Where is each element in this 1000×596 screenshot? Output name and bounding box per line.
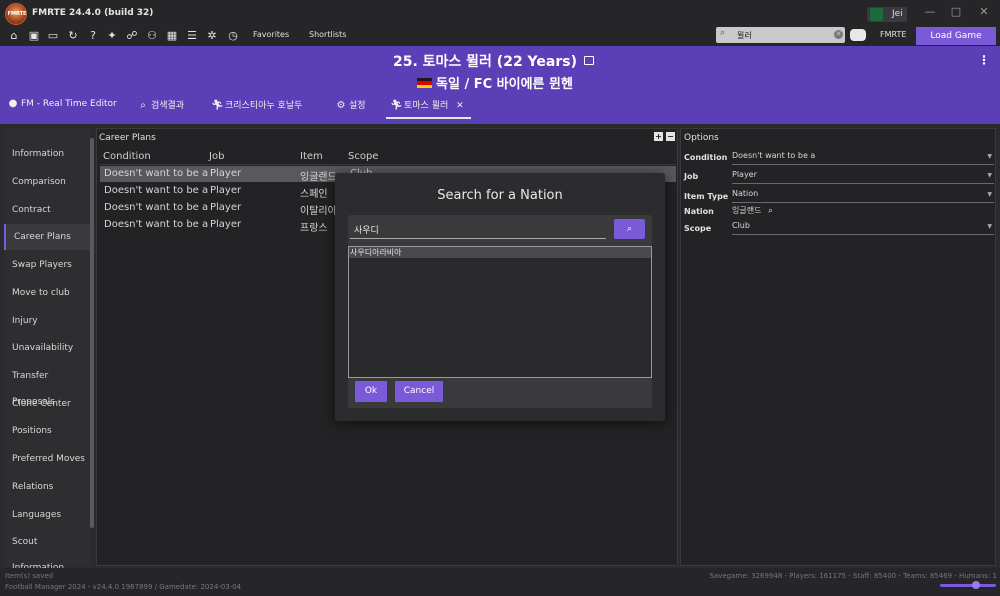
- list-item[interactable]: 사우디아라비아: [349, 247, 651, 258]
- dialog-body: ⌕ 사우디아라비아 Ok Cancel: [348, 215, 652, 408]
- nation-search-input[interactable]: [350, 221, 606, 239]
- search-nation-dialog: Search for a Nation ⌕ 사우디아라비아 Ok Cancel: [335, 173, 665, 421]
- nation-results-list[interactable]: 사우디아라비아: [348, 246, 652, 378]
- nation-search-button[interactable]: ⌕: [614, 219, 645, 239]
- app-window: FMRTE FMRTE 24.4.0 (build 32) Jei — □ ✕ …: [0, 0, 1000, 596]
- dialog-title: Search for a Nation: [437, 188, 563, 203]
- ok-button[interactable]: Ok: [355, 381, 387, 402]
- search-icon: ⌕: [626, 224, 633, 234]
- modal-overlay: Search for a Nation ⌕ 사우디아라비아 Ok Cancel: [0, 0, 1000, 596]
- cancel-button[interactable]: Cancel: [395, 381, 443, 402]
